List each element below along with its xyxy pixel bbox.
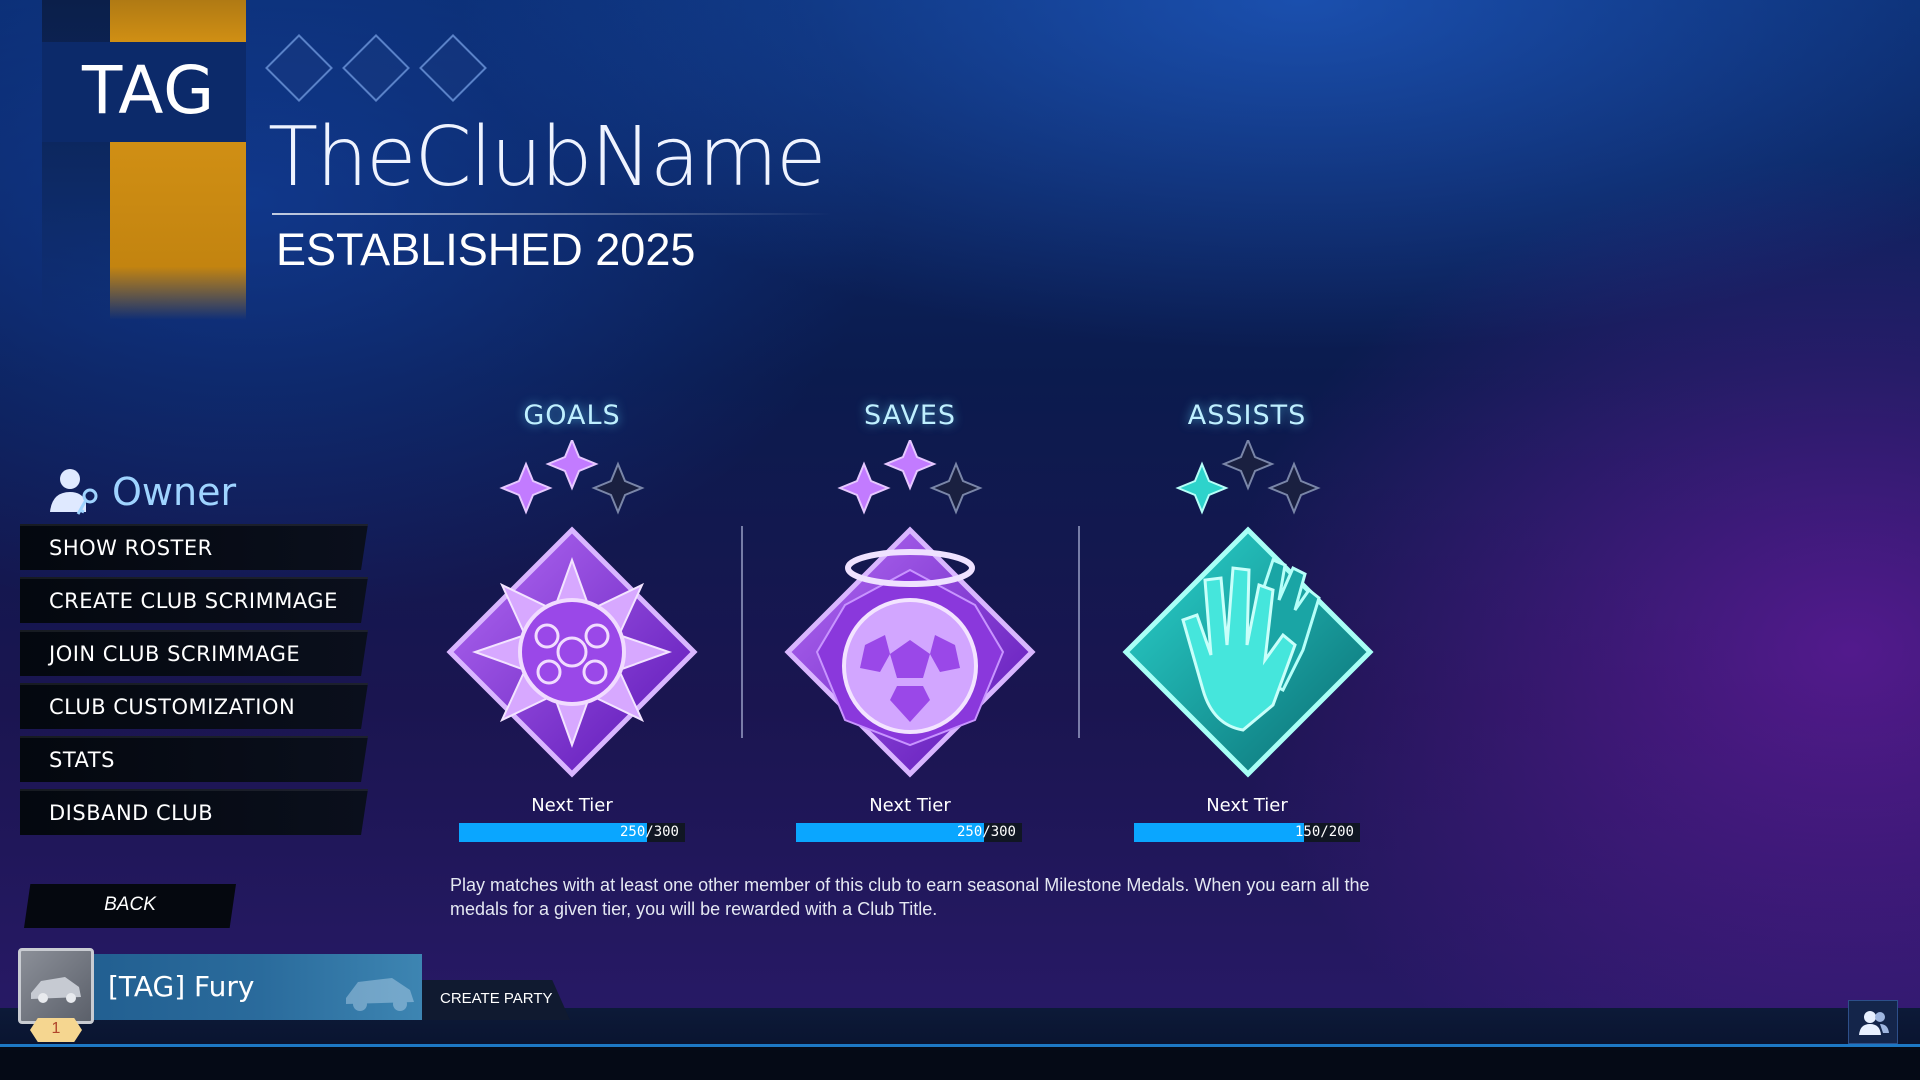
menu-item-label: SHOW ROSTER xyxy=(49,536,213,560)
progress-text: 250/300 xyxy=(619,824,679,840)
milestone-title-goals: GOALS xyxy=(523,400,621,431)
owner-keys-icon xyxy=(50,469,98,515)
club-banner xyxy=(42,0,246,320)
menu-item-label: CREATE CLUB SCRIMMAGE xyxy=(49,589,338,613)
player-level: 1 xyxy=(51,1020,61,1037)
back-button[interactable]: BACK xyxy=(24,884,236,928)
join-club-scrimmage-button[interactable]: JOIN CLUB SCRIMMAGE xyxy=(20,630,368,676)
next-tier-label: Next Tier xyxy=(869,795,951,816)
goals-medal-icon xyxy=(446,440,698,778)
menu-item-label: JOIN CLUB SCRIMMAGE xyxy=(49,642,301,666)
create-party-label: CREATE PARTY xyxy=(440,990,553,1007)
column-divider xyxy=(1078,526,1080,738)
tier-diamond-icon xyxy=(342,34,410,102)
car-watermark-icon xyxy=(346,978,414,1011)
milestone-title-saves: SAVES xyxy=(863,400,957,431)
assists-medal-icon xyxy=(1122,440,1374,778)
back-label: BACK xyxy=(104,894,156,915)
progress-text: 250/300 xyxy=(956,824,1016,840)
role-label: Owner xyxy=(112,470,237,514)
show-roster-button[interactable]: SHOW ROSTER xyxy=(20,524,368,570)
friends-icon xyxy=(1859,1011,1889,1035)
goals-progress-bar: 250/300 xyxy=(459,823,685,842)
bottom-footer xyxy=(0,1047,1920,1080)
column-divider xyxy=(741,526,743,738)
create-party-button[interactable]: CREATE PARTY xyxy=(422,980,570,1020)
milestone-description: Play matches with at least one other mem… xyxy=(450,875,1370,919)
milestone-title-assists: ASSISTS xyxy=(1187,400,1307,431)
menu-item-label: DISBAND CLUB xyxy=(49,801,214,825)
established-label: ESTABLISHED 2025 xyxy=(276,224,696,275)
create-club-scrimmage-button[interactable]: CREATE CLUB SCRIMMAGE xyxy=(20,577,368,623)
stats-button[interactable]: STATS xyxy=(20,736,368,782)
tier-diamond-icon xyxy=(265,34,333,102)
progress-fill xyxy=(1134,823,1304,842)
saves-progress-bar: 250/300 xyxy=(796,823,1022,842)
car-avatar-icon[interactable] xyxy=(18,948,94,1024)
header-divider xyxy=(272,213,832,215)
club-tag: TAG xyxy=(82,52,216,129)
disband-club-button[interactable]: DISBAND CLUB xyxy=(20,789,368,835)
menu-item-label: CLUB CUSTOMIZATION xyxy=(49,695,296,719)
menu-item-label: STATS xyxy=(49,748,115,772)
friends-button[interactable] xyxy=(1848,1000,1898,1044)
next-tier-label: Next Tier xyxy=(531,795,613,816)
club-customization-button[interactable]: CLUB CUSTOMIZATION xyxy=(20,683,368,729)
player-level-badge: 1 xyxy=(30,1018,82,1042)
tier-diamond-icon xyxy=(419,34,487,102)
player-name: [TAG] Fury xyxy=(108,970,255,1003)
saves-medal-icon xyxy=(784,440,1036,778)
next-tier-label: Next Tier xyxy=(1206,795,1288,816)
progress-text: 150/200 xyxy=(1294,824,1354,840)
club-name: TheClubName xyxy=(268,110,826,205)
assists-progress-bar: 150/200 xyxy=(1134,823,1360,842)
